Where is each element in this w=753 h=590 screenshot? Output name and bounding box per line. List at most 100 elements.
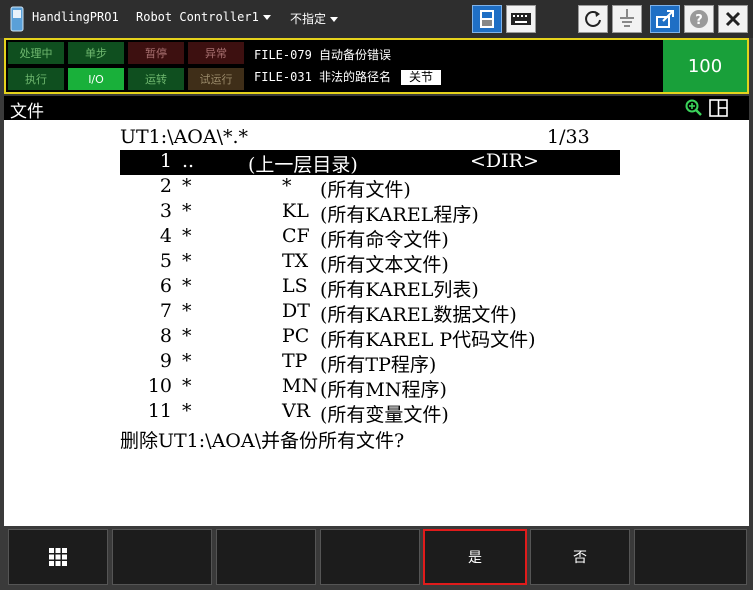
screen-title-bar: 文件	[4, 96, 749, 122]
ground-icon	[620, 9, 634, 27]
led-busy: 处理中	[8, 42, 64, 64]
screen-title: 文件	[10, 102, 44, 122]
file-row[interactable]: 11 * VR (所有变量文件)	[120, 400, 620, 426]
file-row[interactable]: 3 * KL (所有KAREL程序)	[120, 200, 620, 226]
row-filename: *	[182, 250, 192, 272]
row-description: (所有文本文件)	[320, 254, 449, 276]
row-description: (所有KAREL P代码文件)	[320, 329, 536, 351]
row-filetype: *	[282, 175, 292, 197]
help-button[interactable]: ?	[684, 5, 714, 33]
split-screen-icon[interactable]	[709, 99, 728, 117]
row-filename: *	[182, 225, 192, 247]
row-description: (所有KAREL列表)	[320, 279, 479, 301]
f1-key[interactable]	[112, 529, 212, 585]
chevron-down-icon	[262, 15, 271, 20]
row-filename: ..	[182, 150, 195, 172]
row-description: (所有KAREL程序)	[320, 204, 479, 226]
teach-pendant-window: HandlingPRO1 Robot Controller1 不指定 ? 处理中…	[0, 0, 753, 590]
override-speed[interactable]: 100	[663, 40, 747, 92]
close-button[interactable]	[718, 5, 748, 33]
led-hold: 暂停	[128, 42, 184, 64]
row-number: 1	[159, 150, 172, 172]
ground-button[interactable]	[612, 5, 642, 33]
svg-text:?: ?	[695, 13, 703, 28]
keyboard-button[interactable]	[506, 5, 536, 33]
row-number: 7	[159, 300, 172, 322]
row-filename: *	[182, 375, 192, 397]
no-button[interactable]: 否	[530, 529, 630, 585]
row-description: (所有变量文件)	[320, 404, 449, 426]
yes-button[interactable]: 是	[423, 529, 527, 585]
chevron-down-icon	[330, 17, 339, 22]
led-run: 执行	[8, 68, 64, 90]
row-filename: *	[182, 400, 192, 422]
menu-grid-button[interactable]	[8, 529, 108, 585]
file-row[interactable]: 8 * PC (所有KAREL P代码文件)	[120, 325, 620, 351]
row-description: (所有MN程序)	[320, 379, 447, 401]
file-row[interactable]: 5 * TX (所有文本文件)	[120, 250, 620, 276]
controller-label: Robot Controller1	[136, 10, 259, 24]
group-label: 不指定	[290, 12, 327, 26]
controller-select[interactable]: Robot Controller1	[136, 10, 271, 24]
next-key[interactable]	[634, 529, 747, 585]
row-number: 3	[159, 200, 172, 222]
file-row[interactable]: 10 * MN (所有MN程序)	[120, 375, 620, 401]
row-filetype: TP	[282, 350, 308, 372]
grid-icon	[49, 548, 67, 566]
file-list-panel: UT1:\AOA\*.* 1/33 1.. (上一层目录) <DIR> 2 * * (所有文…	[4, 120, 749, 526]
file-row-selected[interactable]: 1.. (上一层目录) <DIR>	[120, 150, 620, 176]
row-dir-tag: <DIR>	[470, 150, 539, 172]
led-step: 单步	[68, 42, 124, 64]
alarm-line-2: FILE-031 非法的路径名	[254, 70, 392, 84]
override-value: 100	[687, 55, 723, 77]
row-number: 8	[159, 325, 172, 347]
group-select[interactable]: 不指定	[290, 10, 339, 27]
close-icon	[725, 11, 741, 27]
row-filetype: LS	[282, 275, 308, 297]
file-row[interactable]: 7 * DT (所有KAREL数据文件)	[120, 300, 620, 326]
row-filetype: PC	[282, 325, 310, 347]
current-path: UT1:\AOA\*.*	[120, 126, 249, 148]
function-key-bar: 是 否	[4, 526, 749, 588]
pendant-view-button[interactable]	[472, 5, 502, 33]
top-bar: HandlingPRO1 Robot Controller1 不指定 ?	[0, 0, 753, 38]
page-indicator: 1/33	[547, 126, 590, 148]
row-number: 6	[159, 275, 172, 297]
help-icon: ?	[690, 10, 708, 28]
led-io: I/O	[68, 68, 124, 90]
export-button[interactable]	[650, 5, 680, 33]
refresh-button[interactable]	[578, 5, 608, 33]
row-filename: *	[182, 350, 192, 372]
f2-key[interactable]	[216, 529, 316, 585]
pendant-icon	[480, 10, 494, 28]
keyboard-icon	[511, 13, 531, 25]
file-row[interactable]: 9 * TP (所有TP程序)	[120, 350, 620, 376]
row-filetype: TX	[282, 250, 309, 272]
row-filetype: CF	[282, 225, 310, 247]
row-filetype: KL	[282, 200, 309, 222]
row-number: 5	[159, 250, 172, 272]
jog-frame-badge[interactable]: 关节	[401, 70, 442, 85]
led-fault: 异常	[188, 42, 244, 64]
f3-key[interactable]	[320, 529, 420, 585]
row-description: (所有文件)	[320, 179, 411, 201]
row-filename: *	[182, 300, 192, 322]
app-name: HandlingPRO1	[32, 10, 119, 24]
zoom-in-icon[interactable]	[685, 99, 703, 117]
row-description: (所有KAREL数据文件)	[320, 304, 517, 326]
row-filename: *	[182, 275, 192, 297]
file-row[interactable]: 2 * * (所有文件)	[120, 175, 620, 201]
file-row[interactable]: 4 * CF (所有命令文件)	[120, 225, 620, 251]
row-description: (所有命令文件)	[320, 229, 449, 251]
led-test-cycle: 试运行	[188, 68, 244, 90]
row-filename: *	[182, 175, 192, 197]
row-filetype: VR	[282, 400, 311, 422]
row-number: 11	[147, 400, 172, 422]
row-number: 2	[159, 175, 172, 197]
row-filename: *	[182, 325, 192, 347]
led-prod: 运转	[128, 68, 184, 90]
teach-pendant-icon	[10, 6, 24, 32]
file-row[interactable]: 6 * LS (所有KAREL列表)	[120, 275, 620, 301]
export-icon	[656, 10, 674, 28]
row-number: 9	[159, 350, 172, 372]
